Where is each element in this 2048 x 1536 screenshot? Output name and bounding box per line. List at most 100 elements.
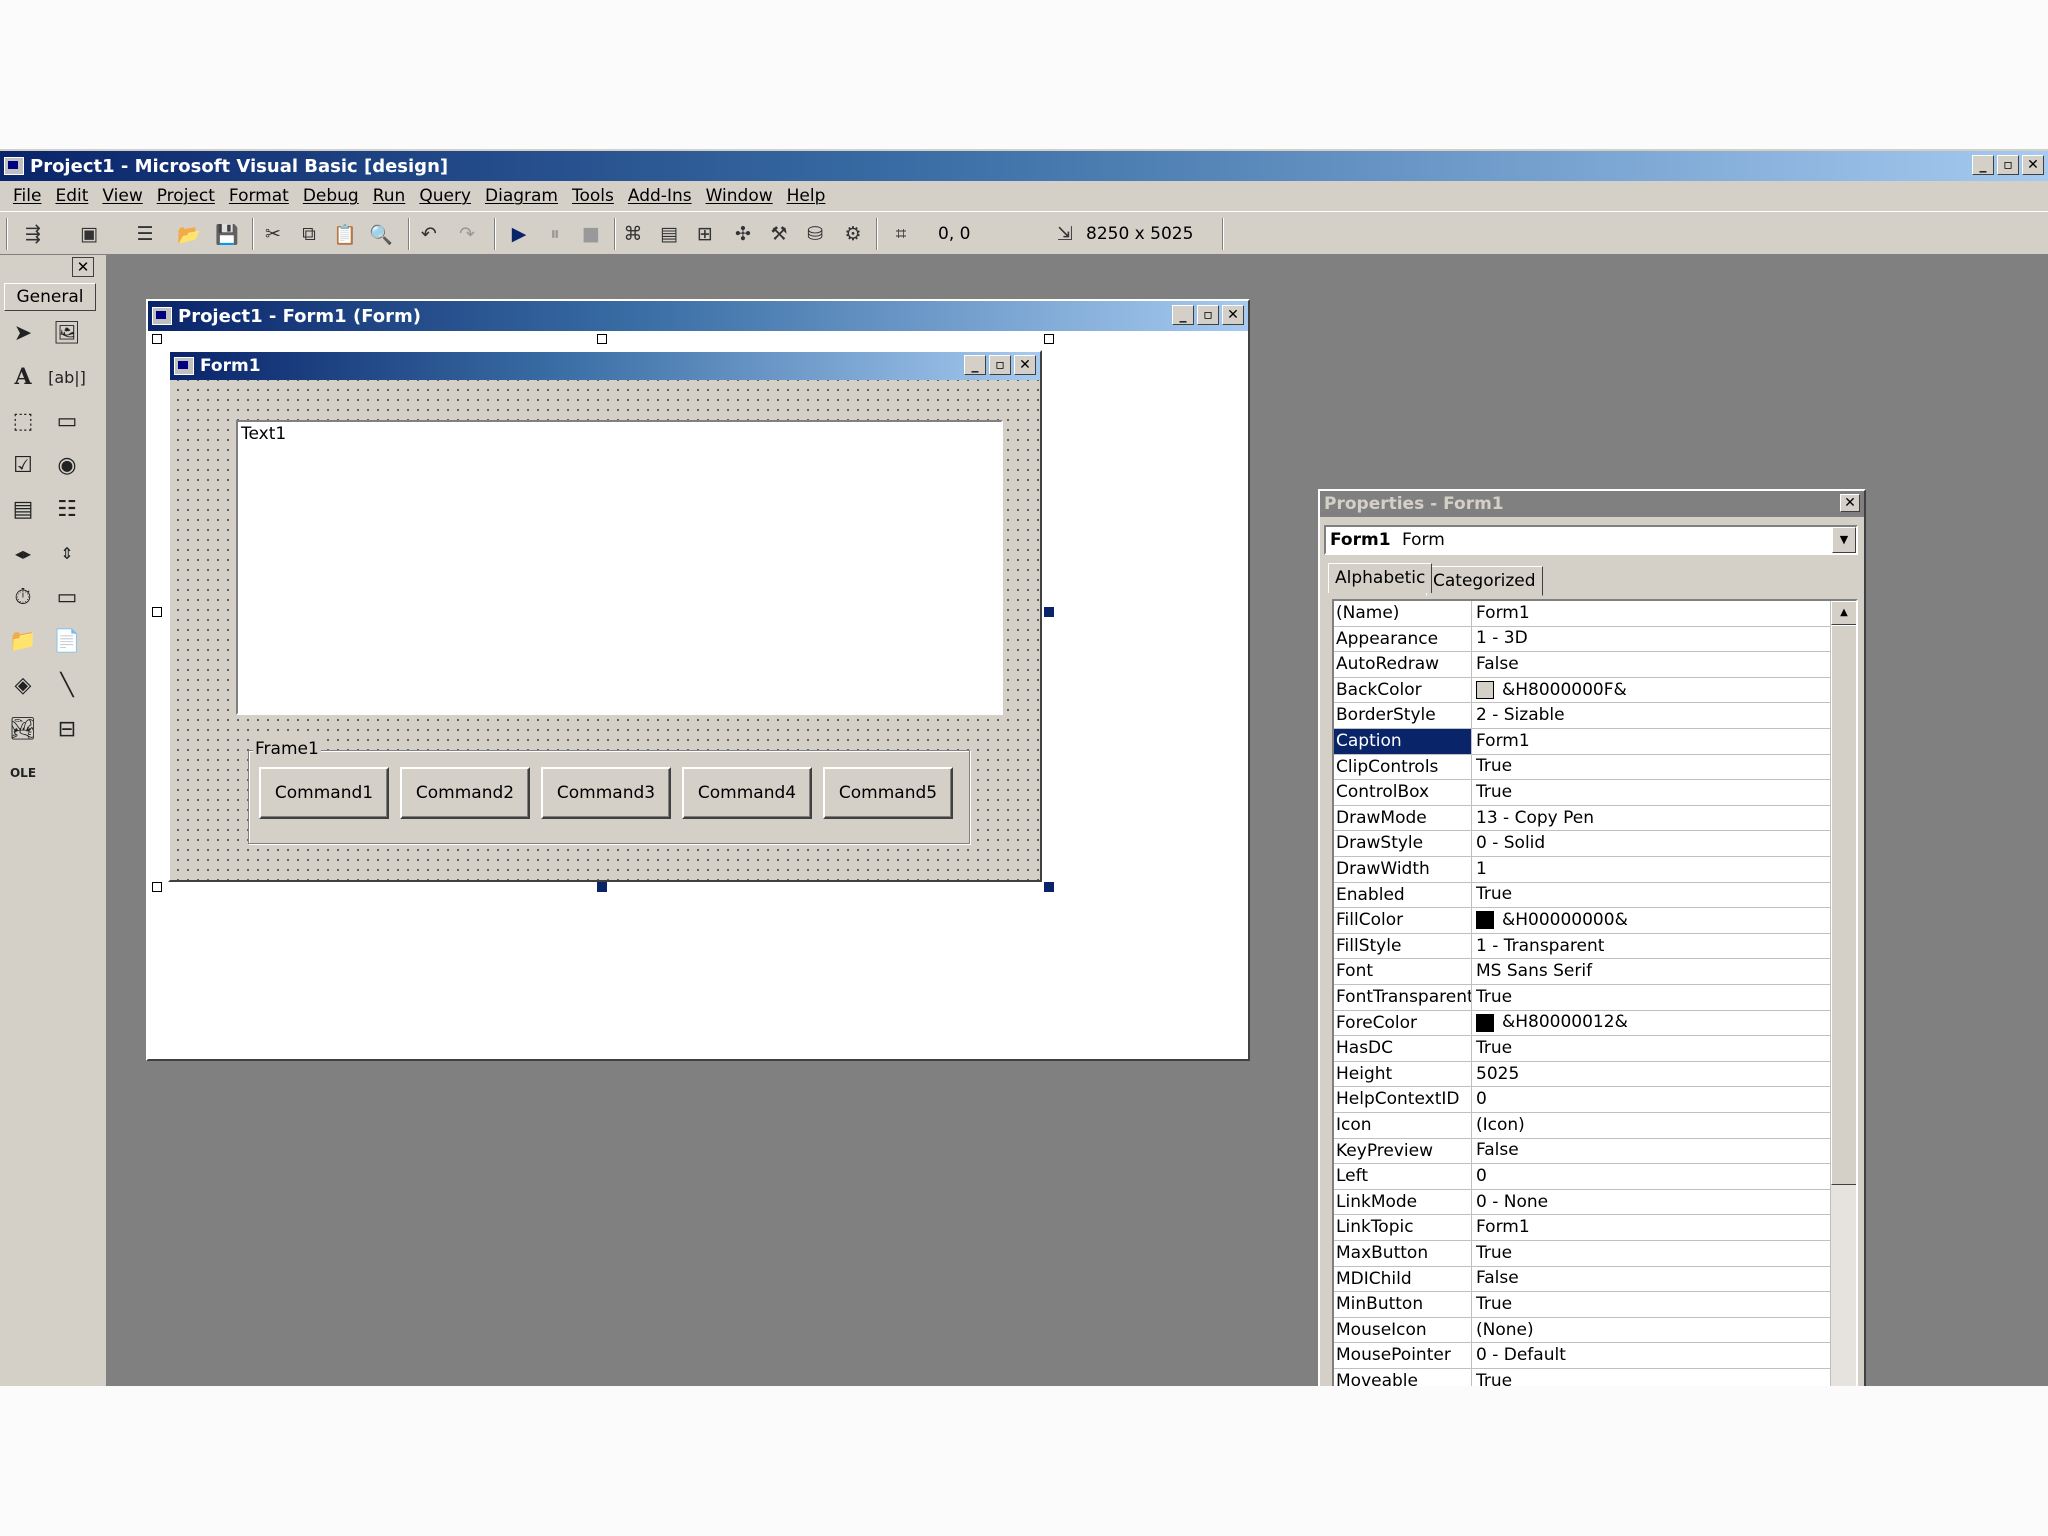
add-form-icon[interactable]: ▣ [74,220,104,248]
property-row[interactable]: MousePointer 0 - Default [1334,1343,1830,1369]
property-row[interactable]: Appearance 1 - 3D [1334,626,1830,653]
properties-close-button[interactable]: ✕ [1840,494,1860,512]
property-value[interactable]: MS Sans Serif [1474,959,1830,984]
checkbox-tool-icon[interactable]: ☑ [6,449,40,481]
property-row[interactable]: ClipControls True [1334,754,1830,781]
property-row[interactable]: Moveable True [1334,1369,1830,1386]
chevron-down-icon[interactable]: ▼ [1832,527,1856,553]
start-icon[interactable]: ▶ [504,220,534,248]
resize-handle[interactable] [152,334,162,344]
break-icon[interactable]: ⏸ [540,220,570,248]
property-value[interactable]: True [1474,755,1830,780]
form1-minimize-button[interactable]: _ [964,355,986,375]
find-icon[interactable]: 🔍 [366,220,396,248]
property-value[interactable]: 1 - 3D [1474,627,1830,652]
property-value[interactable]: True [1474,780,1830,805]
property-value[interactable]: 1 [1474,857,1830,882]
property-value[interactable]: &H80000012& [1474,1011,1830,1036]
resize-handle[interactable] [1044,334,1054,344]
designer-titlebar[interactable]: Project1 - Form1 (Form) _ ▫ ✕ [148,301,1248,331]
shape-tool-icon[interactable]: ◈ [6,669,40,701]
vb-app-icon[interactable] [4,157,24,175]
property-row[interactable]: ForeColor &H80000012& [1334,1010,1830,1037]
property-row[interactable]: DrawMode 13 - Copy Pen [1334,805,1830,832]
textbox-tool-icon[interactable]: [ab|] [48,361,86,393]
menu-project[interactable]: Project [150,186,222,206]
property-row[interactable]: MDIChild False [1334,1266,1830,1293]
picturebox-tool-icon[interactable]: 🖼 [50,317,84,349]
command2-button[interactable]: Command2 [400,767,530,819]
listbox-tool-icon[interactable]: ☷ [50,493,84,525]
minimize-button[interactable]: _ [1972,155,1994,175]
toolbox-tab-general[interactable]: General [4,283,96,311]
property-row[interactable]: LinkTopic Form1 [1334,1215,1830,1241]
property-value[interactable]: 0 [1474,1087,1830,1112]
property-row[interactable]: Left 0 [1334,1164,1830,1190]
restore-button[interactable]: ▫ [1997,155,2019,175]
tab-alphabetic[interactable]: Alphabetic [1328,563,1433,593]
command4-button[interactable]: Command4 [682,767,812,819]
property-row[interactable]: Font MS Sans Serif [1334,959,1830,985]
property-value[interactable]: (Icon) [1474,1113,1830,1138]
property-value[interactable]: True [1474,1241,1830,1266]
save-project-icon[interactable]: 💾 [212,220,242,248]
menu-edit[interactable]: Edit [48,186,95,206]
property-value[interactable]: Form1 [1474,601,1830,626]
menu-file[interactable]: File [6,186,48,206]
frame1[interactable]: Frame1 Command1 Command2 Command3 Comman… [248,739,970,844]
label-tool-icon[interactable]: A [6,361,40,393]
vertical-scrollbar[interactable]: ▲ [1830,601,1856,1386]
form1[interactable]: Form1 _ ▫ ✕ Text1 Frame1 Command1 Comman… [168,350,1042,882]
resize-handle[interactable] [1044,882,1054,892]
combobox-tool-icon[interactable]: ▤ [6,493,40,525]
resize-handle[interactable] [152,882,162,892]
property-value[interactable]: True [1474,883,1830,908]
menu-tools[interactable]: Tools [565,186,621,206]
copy-icon[interactable]: ⧉ [294,220,324,248]
command1-button[interactable]: Command1 [259,767,389,819]
property-value[interactable]: 0 - Solid [1474,831,1830,856]
property-row[interactable]: DrawWidth 1 [1334,857,1830,883]
menu-help[interactable]: Help [780,186,833,206]
menu-diagram[interactable]: Diagram [478,186,565,206]
property-value[interactable]: 5025 [1474,1062,1830,1087]
property-row[interactable]: DrawStyle 0 - Solid [1334,831,1830,857]
project-explorer-icon[interactable]: ⌘ [618,220,648,248]
image-tool-icon[interactable]: 🏞 [6,713,40,745]
data-tool-icon[interactable]: ⊟ [50,713,84,745]
menu-debug[interactable]: Debug [296,186,366,206]
form1-close-button[interactable]: ✕ [1014,355,1036,375]
property-row[interactable]: HasDC True [1334,1036,1830,1062]
add-project-icon[interactable]: ⇶ [18,220,48,248]
menu-addins[interactable]: Add-Ins [621,186,699,206]
cut-icon[interactable]: ✂ [258,220,288,248]
object-browser-icon[interactable]: ✣ [728,220,758,248]
property-row[interactable]: FillColor &H00000000& [1334,908,1830,934]
menu-view[interactable]: View [95,186,149,206]
property-value[interactable]: Form1 [1474,1215,1830,1240]
data-view-icon[interactable]: ⛁ [800,220,830,248]
property-value[interactable]: 13 - Copy Pen [1474,806,1830,831]
property-row[interactable]: MinButton True [1334,1292,1830,1318]
redo-icon[interactable]: ↷ [452,220,482,248]
resize-handle[interactable] [597,334,607,344]
property-row[interactable]: AutoRedraw False [1334,652,1830,678]
property-row[interactable]: MouseIcon (None) [1334,1317,1830,1344]
commandbutton-tool-icon[interactable]: ▭ [50,405,84,437]
component-manager-icon[interactable]: ⚙ [838,220,868,248]
line-tool-icon[interactable]: ╲ [50,669,84,701]
tab-categorized[interactable]: Categorized [1426,566,1543,596]
resize-handle[interactable] [597,882,607,892]
form1-titlebar[interactable]: Form1 _ ▫ ✕ [170,352,1040,380]
property-value[interactable]: (None) [1474,1318,1830,1343]
property-value[interactable]: Form1 [1474,729,1830,754]
pointer-tool-icon[interactable]: ➤ [6,317,40,349]
property-value[interactable]: 2 - Sizable [1474,703,1830,728]
scroll-thumb[interactable] [1831,625,1856,1185]
menu-format[interactable]: Format [222,186,296,206]
property-value[interactable]: True [1474,985,1830,1010]
properties-window-icon[interactable]: ▤ [654,220,684,248]
property-row[interactable]: MaxButton True [1334,1241,1830,1267]
property-row[interactable]: Height 5025 [1334,1061,1830,1088]
menu-window[interactable]: Window [699,186,780,206]
